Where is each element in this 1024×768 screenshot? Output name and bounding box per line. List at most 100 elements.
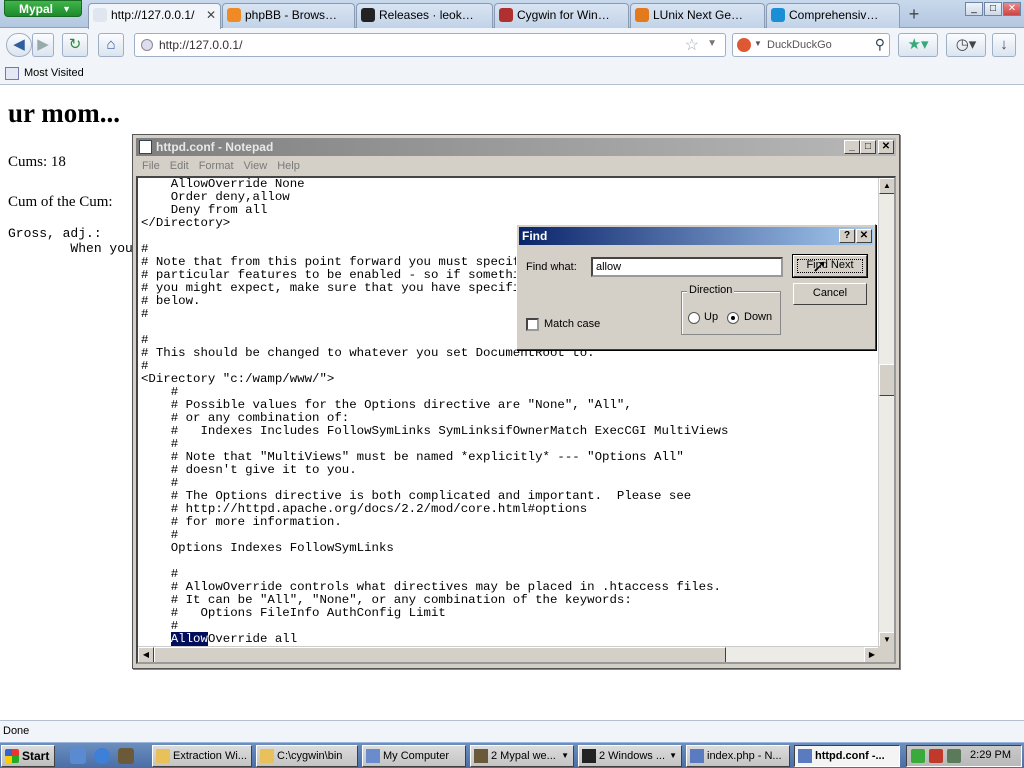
start-button[interactable]: Start bbox=[1, 745, 55, 767]
downloads-button[interactable]: ↓ bbox=[992, 33, 1016, 57]
find-what-input[interactable]: allow bbox=[591, 257, 783, 277]
notepad-menubar: File Edit Format View Help bbox=[136, 157, 896, 175]
bookmarks-toolbar: Most Visited bbox=[0, 63, 1024, 85]
reload-icon: ↻ bbox=[68, 36, 82, 53]
bookmark-star-icon[interactable]: ☆ bbox=[685, 35, 699, 55]
download-icon: ↓ bbox=[1000, 36, 1008, 53]
direction-down-label[interactable]: Down bbox=[744, 311, 772, 323]
taskbar-button[interactable]: C:\cygwin\bin bbox=[256, 745, 358, 767]
direction-down-radio[interactable] bbox=[727, 312, 739, 324]
url-text[interactable]: http://127.0.0.1/ bbox=[159, 38, 242, 52]
navigation-toolbar: ◀ ▶ ↻ ⌂ http://127.0.0.1/ ☆ ▼ ▼ DuckDuck… bbox=[0, 28, 1024, 63]
menu-item-file[interactable]: File bbox=[142, 157, 160, 175]
search-bar[interactable]: ▼ DuckDuckGo ⚲ bbox=[732, 33, 890, 57]
text-line bbox=[141, 555, 728, 568]
cancel-button[interactable]: Cancel bbox=[793, 283, 867, 305]
direction-label: Direction bbox=[687, 284, 735, 296]
app-menu-button[interactable]: Mypal ▼ bbox=[4, 0, 82, 17]
tab-label: http://127.0.0.1/ bbox=[111, 8, 195, 22]
taskbar-button[interactable]: httpd.conf -... bbox=[794, 745, 900, 767]
task-label: httpd.conf -... bbox=[815, 750, 885, 762]
search-placeholder[interactable]: DuckDuckGo bbox=[767, 39, 832, 51]
page-heading: ur mom... bbox=[8, 98, 120, 128]
notepad-titlebar[interactable]: httpd.conf - Notepad _ □ ✕ bbox=[136, 138, 896, 156]
find-next-button[interactable]: Find Next bbox=[792, 254, 868, 278]
definition-text: Gross, adj.: When you bbox=[8, 226, 133, 256]
chevron-down-icon: ▼ bbox=[669, 751, 677, 760]
match-case-label[interactable]: Match case bbox=[544, 318, 600, 330]
help-button[interactable]: ? bbox=[839, 229, 855, 243]
task-app-icon bbox=[156, 749, 170, 763]
task-app-icon bbox=[582, 749, 596, 763]
horizontal-scrollbar[interactable]: ◀ ▶ bbox=[138, 646, 880, 662]
internet-explorer-icon[interactable] bbox=[94, 748, 110, 764]
notepad-close-button[interactable]: ✕ bbox=[878, 140, 894, 154]
menu-item-view[interactable]: View bbox=[244, 157, 268, 175]
cums-count: Cums: 18 bbox=[8, 154, 66, 170]
tab-label: Cygwin for Windows... bbox=[517, 8, 628, 22]
show-desktop-icon[interactable] bbox=[70, 748, 86, 764]
search-icon[interactable]: ⚲ bbox=[875, 36, 885, 53]
task-app-icon bbox=[366, 749, 380, 763]
vertical-scrollbar[interactable]: ▲ ▼ bbox=[878, 178, 894, 648]
direction-up-radio[interactable] bbox=[688, 312, 700, 324]
clock[interactable]: 2:29 PM bbox=[970, 749, 1011, 761]
tray-app-icon[interactable] bbox=[911, 749, 925, 763]
tab[interactable]: http://127.0.0.1/ ✕ bbox=[88, 3, 221, 29]
task-label: 2 Mypal we... bbox=[491, 750, 556, 762]
reload-button[interactable]: ↻ bbox=[62, 33, 88, 57]
tray-tools-icon[interactable] bbox=[929, 749, 943, 763]
maximize-button[interactable]: □ bbox=[984, 2, 1002, 16]
new-tab-button[interactable]: + bbox=[903, 5, 925, 25]
chevron-down-icon: ▼ bbox=[561, 751, 569, 760]
chevron-down-icon[interactable]: ▼ bbox=[754, 39, 762, 48]
scroll-left-arrow[interactable]: ◀ bbox=[138, 647, 154, 662]
tab[interactable]: Cygwin for Windows... bbox=[494, 3, 629, 28]
url-bar[interactable]: http://127.0.0.1/ ☆ ▼ bbox=[134, 33, 726, 57]
chevron-down-icon[interactable]: ▼ bbox=[707, 38, 717, 49]
tab-label: Comprehensive IP a... bbox=[789, 8, 899, 22]
match-case-checkbox[interactable] bbox=[526, 318, 539, 331]
cum-of-the-cum-label: Cum of the Cum: bbox=[8, 194, 113, 210]
minimize-button[interactable]: _ bbox=[965, 2, 983, 16]
bookmark-most-visited[interactable]: Most Visited bbox=[24, 67, 84, 79]
chevron-down-icon: ▼ bbox=[62, 4, 71, 14]
history-menu-button[interactable]: ◷▾ bbox=[946, 33, 986, 57]
tab[interactable]: Releases · leokhoa/l... bbox=[356, 3, 493, 28]
notepad-window: httpd.conf - Notepad _ □ ✕ File Edit Forma… bbox=[132, 134, 900, 669]
forward-button[interactable]: ▶ bbox=[32, 33, 54, 57]
find-dialog-titlebar[interactable]: Find ? ✕ bbox=[519, 227, 873, 245]
notepad-minimize-button[interactable]: _ bbox=[844, 140, 860, 154]
start-label: Start bbox=[22, 749, 50, 763]
horizontal-scroll-thumb[interactable] bbox=[154, 647, 726, 662]
mypal-quicklaunch-icon[interactable] bbox=[118, 748, 134, 764]
bookmarks-menu-button[interactable]: ★▾ bbox=[898, 33, 938, 57]
close-window-button[interactable]: ✕ bbox=[1003, 2, 1021, 16]
text-line: # Indexes Includes FollowSymLinks SymLin… bbox=[141, 424, 729, 438]
mouse-pointer-icon: ➚ bbox=[812, 256, 828, 276]
taskbar-button[interactable]: Extraction Wi... bbox=[152, 745, 252, 767]
taskbar-button[interactable]: My Computer bbox=[362, 745, 466, 767]
menu-item-help[interactable]: Help bbox=[277, 157, 300, 175]
duckduckgo-icon[interactable] bbox=[737, 38, 751, 52]
notepad-maximize-button[interactable]: □ bbox=[860, 140, 876, 154]
vertical-scroll-thumb[interactable] bbox=[879, 364, 894, 396]
tab[interactable]: phpBB - Browse /ph... bbox=[222, 3, 355, 28]
home-button[interactable]: ⌂ bbox=[98, 33, 124, 57]
tab[interactable]: LUnix Next Generati... bbox=[630, 3, 765, 28]
tab[interactable]: Comprehensive IP a... bbox=[766, 3, 900, 28]
tray-network-icon[interactable] bbox=[947, 749, 961, 763]
favicon-icon bbox=[361, 8, 375, 22]
find-close-button[interactable]: ✕ bbox=[856, 229, 872, 243]
direction-up-label[interactable]: Up bbox=[704, 311, 718, 323]
back-button[interactable]: ◀ bbox=[6, 33, 32, 57]
scroll-up-arrow[interactable]: ▲ bbox=[879, 178, 894, 194]
menu-item-format[interactable]: Format bbox=[199, 157, 234, 175]
taskbar-button[interactable]: index.php - N... bbox=[686, 745, 790, 767]
close-tab-icon[interactable]: ✕ bbox=[206, 4, 216, 26]
menu-item-edit[interactable]: Edit bbox=[170, 157, 189, 175]
browser-titlebar: Mypal ▼ http://127.0.0.1/ ✕ phpBB - Browse… bbox=[0, 0, 1024, 29]
taskbar-button[interactable]: 2 Windows ... ▼ bbox=[578, 745, 682, 767]
taskbar-button[interactable]: 2 Mypal we... ▼ bbox=[470, 745, 574, 767]
